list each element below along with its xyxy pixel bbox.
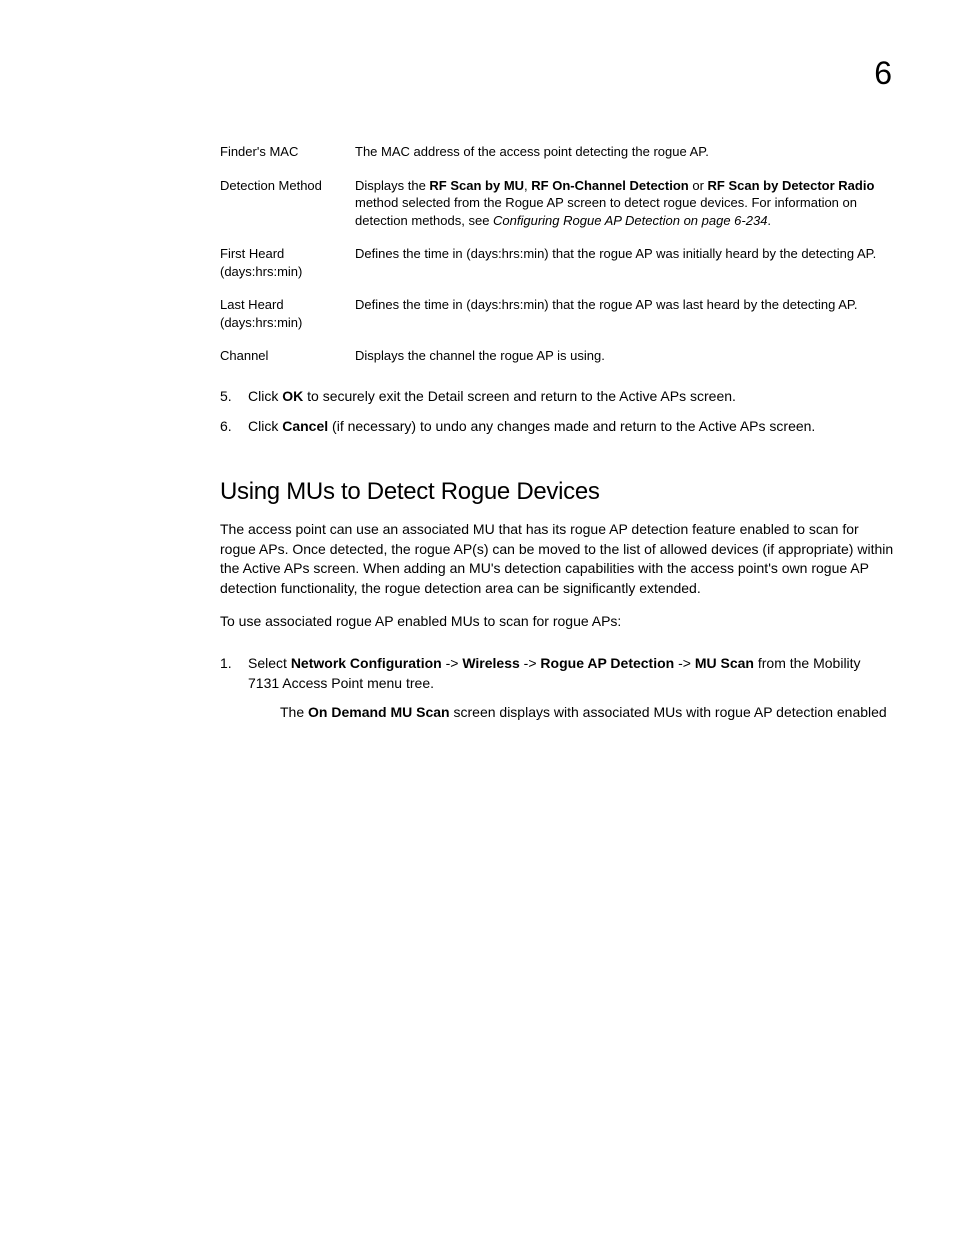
definition-row: Last Heard (days:hrs:min)Defines the tim… (220, 296, 894, 331)
definition-desc: Defines the time in (days:hrs:min) that … (355, 296, 894, 331)
definition-desc: Defines the time in (days:hrs:min) that … (355, 245, 894, 280)
definition-term: Finder's MAC (220, 143, 355, 161)
definition-term: Channel (220, 347, 355, 365)
step: 1.Select Network Configuration -> Wirele… (220, 654, 894, 723)
page: 6 Finder's MACThe MAC address of the acc… (0, 0, 954, 1235)
definition-list: Finder's MACThe MAC address of the acces… (220, 143, 894, 365)
definition-row: First Heard (days:hrs:min)Defines the ti… (220, 245, 894, 280)
paragraph: To use associated rogue AP enabled MUs t… (220, 612, 894, 632)
step-body: Click OK to securely exit the Detail scr… (248, 387, 894, 407)
definition-term: First Heard (days:hrs:min) (220, 245, 355, 280)
paragraph: The access point can use an associated M… (220, 520, 894, 598)
step: 6.Click Cancel (if necessary) to undo an… (220, 417, 894, 437)
step-number: 1. (220, 654, 248, 723)
step: 5.Click OK to securely exit the Detail s… (220, 387, 894, 407)
step-number: 6. (220, 417, 248, 437)
section-heading: Using MUs to Detect Rogue Devices (220, 478, 894, 506)
chapter-number: 6 (874, 55, 892, 92)
steps-block-2: 1.Select Network Configuration -> Wirele… (220, 654, 894, 723)
definition-term: Detection Method (220, 177, 355, 230)
step-sub: The On Demand MU Scan screen displays wi… (280, 703, 894, 723)
definition-desc: Displays the RF Scan by MU, RF On-Channe… (355, 177, 894, 230)
step-number: 5. (220, 387, 248, 407)
step-body: Select Network Configuration -> Wireless… (248, 654, 894, 723)
definition-desc: The MAC address of the access point dete… (355, 143, 894, 161)
definition-term: Last Heard (days:hrs:min) (220, 296, 355, 331)
definition-row: Finder's MACThe MAC address of the acces… (220, 143, 894, 161)
step-body: Click Cancel (if necessary) to undo any … (248, 417, 894, 437)
steps-block-1: 5.Click OK to securely exit the Detail s… (220, 387, 894, 436)
definition-row: Detection MethodDisplays the RF Scan by … (220, 177, 894, 230)
definition-desc: Displays the channel the rogue AP is usi… (355, 347, 894, 365)
definition-row: ChannelDisplays the channel the rogue AP… (220, 347, 894, 365)
